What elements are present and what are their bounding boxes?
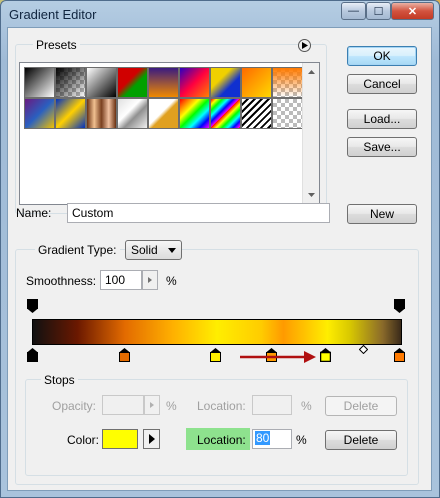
preset-swatch[interactable] [272, 67, 303, 98]
color-location-label: Location: [197, 433, 246, 447]
preset-swatch[interactable] [86, 98, 117, 129]
opacity-stepper[interactable] [144, 395, 160, 415]
presets-menu-button[interactable] [298, 39, 311, 52]
preset-swatch[interactable] [24, 98, 55, 129]
color-stop[interactable] [394, 348, 405, 362]
preset-swatch[interactable] [210, 67, 241, 98]
smoothness-stepper[interactable] [142, 270, 158, 290]
minimize-button[interactable]: — [341, 2, 366, 20]
preset-swatch[interactable] [241, 98, 272, 129]
opacity-stop[interactable] [27, 299, 38, 313]
preset-swatch[interactable] [55, 67, 86, 98]
minimize-icon: — [348, 5, 359, 17]
preset-swatch[interactable] [148, 67, 179, 98]
preset-swatch[interactable] [272, 98, 303, 129]
opacity-unit: % [166, 399, 177, 413]
gradient-type-value: Solid [131, 243, 158, 257]
presets-scrollbar[interactable] [302, 63, 319, 204]
scroll-down-icon[interactable] [303, 188, 320, 202]
smoothness-input[interactable]: 100 [100, 270, 142, 290]
opacity-input[interactable] [102, 395, 144, 415]
annotation-arrow-icon [240, 351, 316, 363]
stops-label: Stops [41, 373, 78, 387]
load-button[interactable]: Load... [347, 109, 417, 129]
maximize-icon: ☐ [373, 5, 384, 18]
preset-swatch[interactable] [117, 67, 148, 98]
preset-swatch[interactable] [241, 67, 272, 98]
color-stop-selected[interactable] [320, 348, 331, 362]
preset-swatch[interactable] [117, 98, 148, 129]
triangle-right-icon [149, 434, 155, 444]
preset-swatch[interactable] [179, 98, 210, 129]
delete-color-stop-button[interactable]: Delete [325, 430, 397, 450]
color-location-unit: % [296, 433, 307, 447]
delete-opacity-stop-button[interactable]: Delete [325, 396, 397, 416]
preset-swatch[interactable] [24, 67, 55, 98]
presets-list[interactable] [19, 62, 320, 205]
dialog-client-area: Presets OK Cancel Load... Save... Name: [7, 27, 432, 491]
triangle-right-icon [302, 42, 308, 49]
triangle-right-icon [148, 277, 152, 283]
chevron-down-icon [168, 248, 176, 253]
color-stop[interactable] [119, 348, 130, 362]
gradient-type-label: Gradient Type: [35, 243, 120, 257]
scroll-up-icon[interactable] [303, 65, 320, 79]
close-icon: ✕ [407, 5, 418, 18]
opacity-location-label: Location: [197, 399, 246, 413]
name-input[interactable]: Custom [67, 203, 330, 223]
color-menu-button[interactable] [143, 429, 160, 449]
preset-swatch[interactable] [55, 98, 86, 129]
save-button[interactable]: Save... [347, 137, 417, 157]
color-location-value: 80 [255, 431, 271, 445]
name-label: Name: [16, 206, 52, 220]
smoothness-unit: % [166, 274, 177, 288]
preset-swatch[interactable] [210, 98, 241, 129]
midpoint-diamond-icon[interactable] [359, 345, 368, 354]
gradient-preview-bar[interactable] [32, 319, 402, 345]
close-button[interactable]: ✕ [391, 2, 434, 20]
opacity-location-input[interactable] [252, 395, 292, 415]
maximize-button[interactable]: ☐ [366, 2, 391, 20]
opacity-location-unit: % [301, 399, 312, 413]
presets-label: Presets [33, 38, 80, 52]
preset-swatch[interactable] [148, 98, 179, 129]
cancel-button[interactable]: Cancel [347, 74, 417, 94]
opacity-stop[interactable] [394, 299, 405, 313]
color-swatch[interactable] [102, 429, 138, 449]
triangle-right-icon [150, 402, 154, 408]
window-title: Gradient Editor [9, 7, 97, 22]
color-stop[interactable] [27, 348, 38, 362]
color-stop[interactable] [210, 348, 221, 362]
preset-swatch[interactable] [179, 67, 210, 98]
ok-button[interactable]: OK [347, 46, 417, 66]
smoothness-label: Smoothness: [26, 274, 97, 288]
opacity-label: Opacity: [52, 399, 97, 413]
color-label: Color: [67, 433, 100, 447]
new-button[interactable]: New [347, 204, 417, 224]
color-location-input[interactable]: 80 [252, 429, 292, 449]
preset-swatch[interactable] [86, 67, 117, 98]
gradient-type-select[interactable]: Solid [125, 240, 182, 260]
